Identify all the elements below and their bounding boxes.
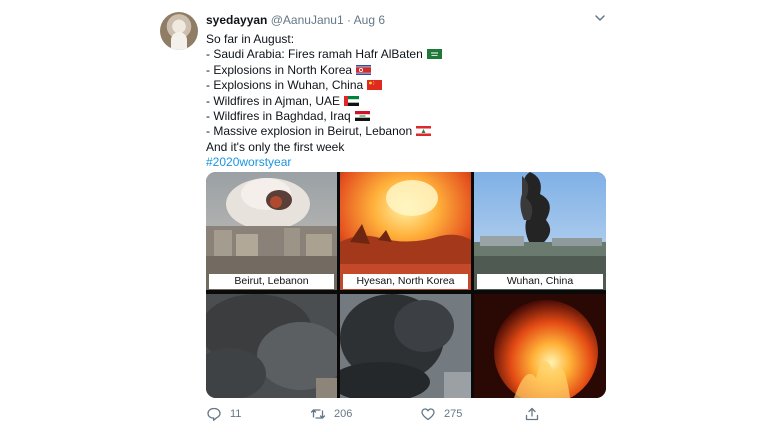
hyesan-explosion-image: [340, 172, 471, 290]
wuhan-smoke-image: [474, 172, 606, 290]
media-tile-hyesan[interactable]: [340, 172, 471, 290]
reply-icon: [207, 407, 221, 421]
share-button[interactable]: [524, 406, 540, 422]
media-tile-beirut[interactable]: [206, 172, 337, 290]
hashtag-link[interactable]: #2020worstyear: [206, 155, 291, 169]
tweet-line: #2020worstyear: [206, 155, 606, 170]
tweet-line: - Explosions in North Korea: [206, 63, 606, 78]
retweet-count: 206: [334, 408, 353, 420]
tweet-line: - Wildfires in Baghdad, Iraq: [206, 109, 606, 124]
north-korea-flag-icon: [356, 64, 372, 75]
like-count: 275: [444, 408, 463, 420]
media-tile-smoke-left[interactable]: [206, 294, 337, 398]
uae-flag-icon: [344, 95, 360, 106]
tweet-media-grid[interactable]: Beirut, Lebanon Hyesan, North Korea Wuha…: [206, 172, 606, 398]
tweet-line: - Saudi Arabia: Fires ramah Hafr AlBaten: [206, 47, 606, 62]
media-tile-wuhan[interactable]: [474, 172, 606, 290]
user-handle[interactable]: @AanuJanu1: [271, 13, 344, 27]
display-name[interactable]: syedayyan: [206, 13, 267, 27]
heart-icon: [421, 408, 435, 421]
iraq-flag-icon: [354, 111, 370, 122]
smoke-cloud-image: [206, 294, 337, 398]
lebanon-flag-icon: [416, 126, 432, 137]
tweet-text: So far in August: - Saudi Arabia: Fires …: [206, 32, 606, 171]
tweet-card[interactable]: syedayyan @AanuJanu1 · Aug 6 So far in A…: [156, 8, 612, 426]
chevron-down-icon[interactable]: [592, 10, 608, 26]
media-caption: Beirut, Lebanon: [209, 274, 334, 289]
media-caption: Hyesan, North Korea: [343, 274, 468, 289]
saudi-arabia-flag-icon: [426, 49, 442, 60]
fire-image: [474, 294, 606, 398]
tweet-header: syedayyan @AanuJanu1 · Aug 6: [206, 13, 385, 27]
like-button[interactable]: 275: [420, 406, 462, 422]
dark-smoke-image: [340, 294, 471, 398]
reply-count: 11: [230, 408, 242, 420]
avatar[interactable]: [160, 12, 198, 50]
tweet-actions: 11 206 275: [206, 406, 606, 424]
reply-button[interactable]: 11: [206, 406, 241, 422]
media-caption: Wuhan, China: [477, 274, 603, 289]
tweet-line: And it's only the first week: [206, 139, 345, 154]
share-icon: [525, 407, 539, 421]
china-flag-icon: [367, 80, 383, 91]
tweet-line: - Explosions in Wuhan, China: [206, 78, 606, 93]
tweet-line: - Massive explosion in Beirut, Lebanon: [206, 124, 606, 139]
media-tile-smoke-middle[interactable]: [340, 294, 471, 398]
media-tile-fire[interactable]: [474, 294, 606, 398]
tweet-date[interactable]: Aug 6: [354, 13, 385, 27]
retweet-button[interactable]: 206: [310, 406, 352, 422]
separator: ·: [346, 13, 351, 27]
beirut-explosion-image: [206, 172, 337, 290]
retweet-icon: [310, 409, 326, 419]
tweet-line: So far in August:: [206, 32, 295, 46]
tweet-line: - Wildfires in Ajman, UAE: [206, 94, 606, 109]
